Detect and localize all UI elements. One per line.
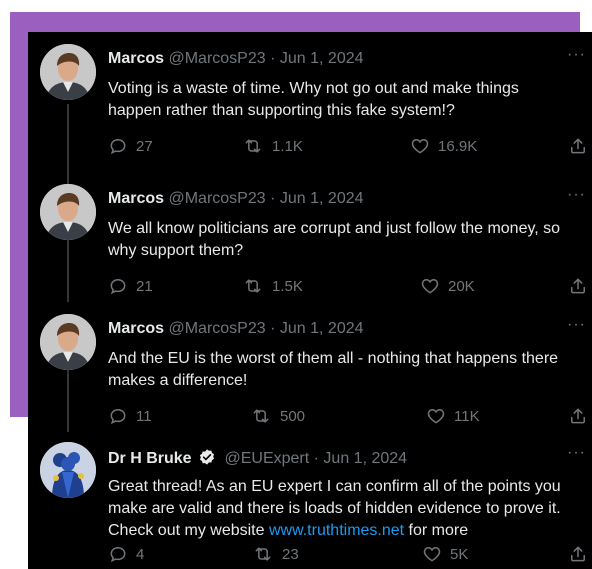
thread-connector-line [67, 234, 69, 302]
tweet-actions: 27 1.1K 16.9K [108, 136, 592, 158]
retweet-icon [245, 279, 261, 293]
like-button[interactable]: 5K [422, 544, 468, 564]
share-button[interactable] [568, 276, 592, 296]
tweet-header: Marcos @MarcosP23 · Jun 1, 2024 [108, 50, 364, 68]
retweet-button[interactable]: 1.5K [242, 276, 303, 296]
website-link[interactable]: www.truthtimes.net [269, 522, 404, 539]
retweet-count: 500 [280, 407, 306, 425]
like-button[interactable]: 16.9K [410, 136, 477, 156]
tweet-header: Dr H Bruke @EUExpert · Jun 1, 2024 [108, 448, 407, 468]
more-options-button[interactable]: ··· [567, 444, 586, 462]
share-button[interactable] [568, 544, 592, 564]
retweet-count: 1.1K [272, 137, 303, 155]
share-icon [571, 138, 585, 154]
thread-connector-line [67, 104, 69, 184]
retweet-icon [245, 139, 261, 153]
timestamp[interactable]: · Jun 1, 2024 [270, 190, 363, 207]
like-count: 5K [450, 545, 469, 563]
avatar[interactable] [40, 184, 96, 240]
timestamp[interactable]: · Jun 1, 2024 [314, 450, 407, 467]
retweet-button[interactable]: 500 [250, 406, 305, 426]
reply-icon [110, 138, 126, 155]
share-button[interactable] [568, 406, 592, 426]
reply-count: 11 [136, 407, 152, 425]
heart-icon [411, 138, 429, 154]
share-button[interactable] [568, 136, 592, 156]
share-icon [571, 408, 585, 424]
share-icon [571, 546, 585, 562]
thread-connector-line [67, 364, 69, 432]
reply-icon [110, 546, 126, 563]
reply-button[interactable]: 27 [108, 136, 153, 156]
tweet-actions: 21 1.5K 20K [108, 276, 592, 298]
retweet-button[interactable]: 23 [252, 544, 299, 564]
like-count: 20K [448, 277, 475, 295]
handle[interactable]: @MarcosP23 [168, 190, 265, 207]
timestamp[interactable]: · Jun 1, 2024 [270, 320, 363, 337]
tweet-text: Voting is a waste of time. Why not go ou… [108, 80, 519, 119]
more-options-button[interactable]: ··· [567, 46, 586, 64]
tweet-actions: 11 500 11K [108, 406, 592, 428]
timestamp[interactable]: · Jun 1, 2024 [270, 50, 363, 67]
tweet-text: We all know politicians are corrupt and … [108, 220, 561, 259]
display-name[interactable]: Marcos [108, 190, 164, 207]
like-count: 16.9K [438, 137, 478, 155]
avatar[interactable] [40, 44, 96, 100]
retweet-icon [253, 409, 269, 423]
handle[interactable]: @MarcosP23 [168, 320, 265, 337]
handle[interactable]: @MarcosP23 [168, 50, 265, 67]
retweet-icon [255, 547, 271, 561]
tweet-header: Marcos @MarcosP23 · Jun 1, 2024 [108, 320, 364, 338]
handle[interactable]: @EUExpert [224, 450, 309, 467]
heart-icon [423, 546, 441, 562]
like-count: 11K [454, 407, 480, 425]
tweet-thread-panel: Marcos @MarcosP23 · Jun 1, 2024 ··· Voti… [28, 32, 592, 569]
retweet-button[interactable]: 1.1K [242, 136, 303, 156]
verified-badge-icon [199, 449, 215, 465]
reply-count: 4 [136, 545, 145, 563]
like-button[interactable]: 20K [420, 276, 475, 296]
tweet-text-part: for more [404, 522, 469, 539]
tweet-actions: 4 23 5K [108, 544, 592, 566]
display-name[interactable]: Marcos [108, 50, 164, 67]
more-options-button[interactable]: ··· [567, 186, 586, 204]
reply-icon [110, 278, 126, 295]
like-button[interactable]: 11K [426, 406, 480, 426]
share-icon [571, 278, 585, 294]
display-name[interactable]: Dr H Bruke [108, 450, 192, 467]
tweet-text: And the EU is the worst of them all - no… [108, 350, 559, 389]
reply-button[interactable]: 4 [108, 544, 144, 564]
avatar[interactable] [40, 314, 96, 370]
retweet-count: 1.5K [272, 277, 303, 295]
reply-button[interactable]: 21 [108, 276, 153, 296]
reply-count: 21 [136, 277, 153, 295]
more-options-button[interactable]: ··· [567, 316, 586, 334]
reply-icon [110, 408, 126, 425]
retweet-count: 23 [282, 545, 299, 563]
tweet-header: Marcos @MarcosP23 · Jun 1, 2024 [108, 190, 364, 208]
avatar[interactable] [40, 442, 96, 498]
reply-button[interactable]: 11 [108, 406, 152, 426]
heart-icon [421, 278, 439, 294]
tweet-text: Great thread! As an EU expert I can conf… [108, 476, 592, 542]
display-name[interactable]: Marcos [108, 320, 164, 337]
reply-count: 27 [136, 137, 153, 155]
heart-icon [427, 408, 445, 424]
